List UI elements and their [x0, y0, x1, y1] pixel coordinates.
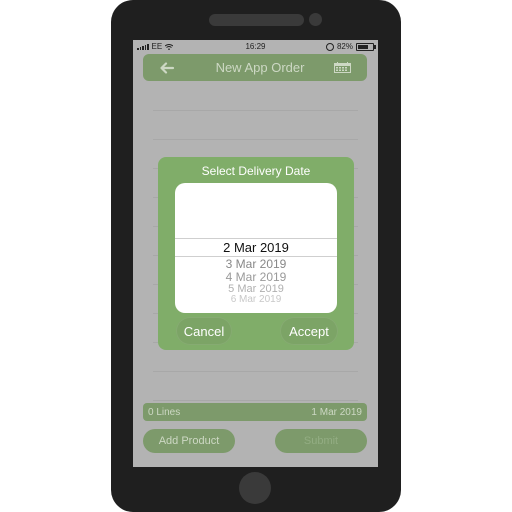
list-row — [153, 111, 358, 140]
date-picker[interactable]: 2 Mar 2019 3 Mar 2019 4 Mar 2019 5 Mar 2… — [175, 183, 337, 313]
battery-percent: 82% — [336, 42, 353, 51]
calendar-icon[interactable] — [334, 62, 351, 73]
order-summary-bar: 0 Lines 1 Mar 2019 — [143, 403, 367, 421]
lines-count: 0 Lines — [148, 407, 181, 418]
status-right: 82% — [325, 42, 376, 51]
picker-option[interactable]: 6 Mar 2019 — [175, 294, 337, 305]
delivery-date-dialog: Select Delivery Date 2 Mar 2019 3 Mar 20… — [158, 157, 354, 350]
nav-bar: New App Order — [143, 54, 367, 81]
alarm-icon — [325, 42, 334, 51]
list-row — [153, 82, 358, 111]
page-title: New App Order — [215, 60, 305, 75]
chevron-left-icon — [160, 61, 175, 74]
cancel-button[interactable]: Cancel — [176, 317, 232, 345]
submit-button[interactable]: Submit — [275, 429, 367, 453]
picker-option[interactable]: 4 Mar 2019 — [175, 270, 337, 284]
picker-selection-line — [175, 238, 337, 239]
delivery-date-label[interactable]: 1 Mar 2019 — [311, 407, 362, 418]
battery-icon — [356, 42, 376, 51]
picker-option-selected[interactable]: 2 Mar 2019 — [175, 240, 337, 255]
battery-fill — [358, 44, 368, 49]
picker-option[interactable]: 3 Mar 2019 — [175, 257, 337, 271]
home-button[interactable] — [239, 472, 271, 504]
add-product-button[interactable]: Add Product — [143, 429, 235, 453]
front-camera — [309, 13, 322, 26]
back-button[interactable] — [149, 58, 185, 77]
dialog-title: Select Delivery Date — [201, 164, 311, 178]
status-bar: EE 16:29 82% — [133, 40, 378, 52]
phone-frame: EE 16:29 82% New App Order 0 Lines 1 Mar… — [111, 0, 401, 512]
app-screen: EE 16:29 82% New App Order 0 Lines 1 Mar… — [133, 40, 378, 467]
accept-button[interactable]: Accept — [280, 317, 338, 345]
speaker-grille — [209, 14, 304, 26]
list-row — [153, 372, 358, 401]
